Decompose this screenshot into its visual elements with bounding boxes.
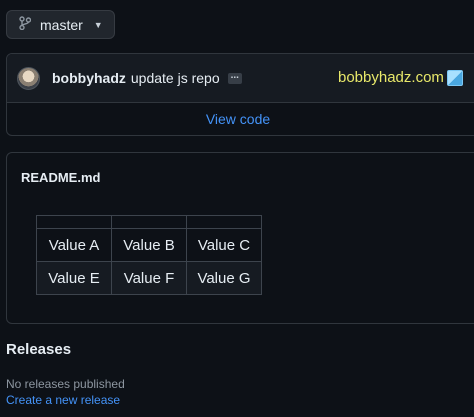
brand-text: bobbyhadz.com bbox=[338, 69, 444, 86]
readme-table: Value A Value B Value C Value E Value F … bbox=[36, 215, 262, 295]
table-row: Value E Value F Value G bbox=[36, 261, 262, 295]
commit-author[interactable]: bobbyhadz bbox=[52, 70, 126, 86]
readme-box: README.md Value A Value B Value C Value … bbox=[6, 152, 474, 324]
branch-name: master bbox=[40, 16, 83, 33]
releases-heading[interactable]: Releases bbox=[6, 341, 71, 358]
table-cell: Value F bbox=[111, 261, 187, 295]
table-cell: Value G bbox=[186, 261, 262, 295]
table-header-row bbox=[36, 215, 262, 229]
no-releases-text: No releases published bbox=[6, 377, 125, 391]
view-code-link[interactable]: View code bbox=[7, 103, 474, 135]
commit-row: bobbyhadz update js repo ... bobbyhadz.c… bbox=[7, 54, 474, 103]
caret-down-icon: ▼ bbox=[93, 19, 103, 30]
ice-cube-icon bbox=[446, 69, 463, 86]
create-release-link[interactable]: Create a new release bbox=[6, 393, 120, 407]
commit-expand-button[interactable]: ... bbox=[227, 70, 242, 84]
table-cell: Value B bbox=[111, 228, 187, 262]
table-cell: Value E bbox=[36, 261, 112, 295]
table-cell: Value C bbox=[186, 228, 262, 262]
table-header-cell bbox=[186, 215, 262, 229]
git-branch-icon bbox=[19, 16, 32, 33]
table-header-cell bbox=[36, 215, 112, 229]
branch-select-button[interactable]: master ▼ bbox=[6, 10, 115, 39]
table-cell: Value A bbox=[36, 228, 112, 262]
commit-message[interactable]: update js repo bbox=[131, 70, 220, 86]
brand-annotation: bobbyhadz.com bbox=[338, 69, 463, 86]
readme-title[interactable]: README.md bbox=[21, 170, 100, 185]
latest-commit-box: bobbyhadz update js repo ... bobbyhadz.c… bbox=[6, 53, 474, 136]
table-header-cell bbox=[111, 215, 187, 229]
avatar[interactable] bbox=[17, 66, 40, 90]
table-row: Value A Value B Value C bbox=[36, 228, 262, 262]
